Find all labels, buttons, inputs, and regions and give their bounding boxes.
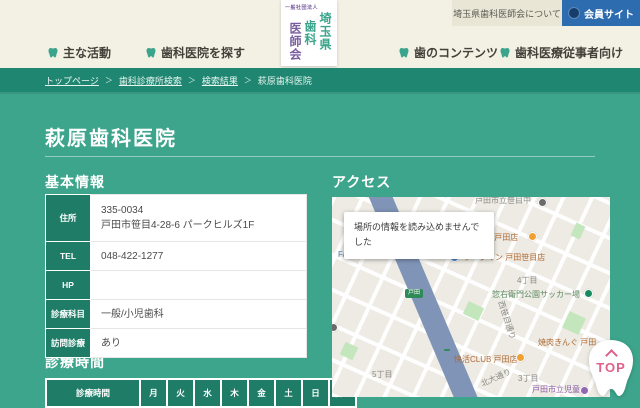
row-label: HP xyxy=(45,270,91,300)
postal-code: 335-0034 xyxy=(101,205,144,216)
map-park-area xyxy=(462,301,485,321)
map-label-street-nishisasame: 西笹目通り xyxy=(496,299,518,341)
map-label-chome3: 3丁目 xyxy=(518,374,539,383)
map-label-jido-center: 戸田市立児童 xyxy=(532,385,580,394)
breadcrumb-separator: ＞ xyxy=(104,75,113,85)
hours-header-label: 診療時間 xyxy=(47,380,139,406)
about-link-label: 埼玉県歯科医師会について xyxy=(453,8,561,19)
nav-label: 歯のコンテンツ xyxy=(414,46,499,60)
hours-header-row: 診療時間 月 火 水 木 金 土 日 祝日 xyxy=(47,380,355,406)
title-divider xyxy=(45,156,595,157)
nav-item-professionals[interactable]: 歯科医療従事者向け xyxy=(500,44,623,61)
address-text: 戸田市笹目4-28-6 パークヒルズ1F xyxy=(101,220,255,231)
map-poi-icon xyxy=(538,198,547,207)
map-poi-icon xyxy=(332,323,338,332)
nav-label: 主な活動 xyxy=(63,46,112,60)
map-park-area xyxy=(570,222,586,240)
day-thu: 木 xyxy=(222,380,247,406)
day-sun: 日 xyxy=(303,380,328,406)
map-route-badge: 戸田 xyxy=(405,289,424,299)
map-park-area xyxy=(562,311,586,335)
tooth-icon xyxy=(399,48,409,58)
hp-value xyxy=(90,270,307,300)
table-row-visiting-care: 訪問診療 あり xyxy=(45,328,307,358)
map-poi-shopping-icon xyxy=(528,232,537,241)
day-wed: 水 xyxy=(195,380,220,406)
table-row-address: 住所 335-0034 戸田市笹目4-28-6 パークヒルズ1F xyxy=(45,194,307,242)
member-site-icon xyxy=(568,7,580,19)
site-logo[interactable]: 一般社団法人 埼玉県 歯科 医師会 xyxy=(281,0,337,66)
nav-item-tooth-contents[interactable]: 歯のコンテンツ xyxy=(399,44,498,61)
breadcrumb-link-results[interactable]: 検索結果 xyxy=(202,74,238,87)
breadcrumb-link-home[interactable]: トップページ xyxy=(45,74,99,87)
map-label-chome5: 5丁目 xyxy=(372,370,393,379)
breadcrumb-link-search[interactable]: 歯科診療所検索 xyxy=(119,74,182,87)
nav-label: 歯科医院を探す xyxy=(161,46,246,60)
breadcrumb: トップページ ＞ 歯科診療所検索 ＞ 検索結果 ＞ 萩原歯科医院 xyxy=(0,68,640,94)
map-label-chome4: 4丁目 xyxy=(517,276,538,285)
row-label: 診療科目 xyxy=(45,299,91,329)
visiting-care-value: あり xyxy=(90,328,307,358)
tooth-icon xyxy=(146,48,156,58)
office-hours-table: 診療時間 月 火 水 木 金 土 日 祝日 xyxy=(45,378,357,408)
back-to-top-button[interactable]: TOP xyxy=(584,338,638,398)
row-label: TEL xyxy=(45,241,91,271)
map-error-popup: 場所の情報を読み込めませんでした xyxy=(344,212,494,259)
site-header: 埼玉県歯科医師会について 会員サイト 主な活動 歯科医院を探す 歯のコンテンツ … xyxy=(0,0,640,68)
member-site-button[interactable]: 会員サイト xyxy=(562,0,640,26)
map-label-school: 戸田市立笹目中 xyxy=(475,197,531,205)
table-row-tel: TEL 048-422-1277 xyxy=(45,241,307,271)
map-label-soccer-field: 惣右衛門公園サッカー場 xyxy=(492,290,580,299)
nav-label: 歯科医療従事者向け xyxy=(515,46,624,60)
map-poi-shopping-icon xyxy=(516,353,525,362)
member-site-label: 会員サイト xyxy=(584,9,634,21)
day-tue: 火 xyxy=(168,380,193,406)
map-label-street-kitaodori: 北大通り xyxy=(479,367,513,389)
page-title: 萩原歯科医院 xyxy=(45,128,177,150)
day-sat: 土 xyxy=(276,380,301,406)
table-row-hp: HP xyxy=(45,270,307,300)
logo-text: 埼玉県 歯科 医師会 xyxy=(288,12,332,61)
breadcrumb-separator: ＞ xyxy=(243,75,252,85)
breadcrumb-current: 萩原歯科医院 xyxy=(257,75,312,86)
tel-value: 048-422-1277 xyxy=(90,241,307,271)
day-fri: 金 xyxy=(249,380,274,406)
nav-item-activities[interactable]: 主な活動 xyxy=(48,44,111,61)
map-route-badge-small xyxy=(444,349,450,351)
access-map[interactable]: 戸田市立笹目中 楽 戸田店 ワークマン 戸田笹目店 4丁目 惣右衛門公園サッカー… xyxy=(332,197,610,397)
table-row-departments: 診療科目 一般/小児歯科 xyxy=(45,299,307,329)
basic-info-heading: 基本情報 xyxy=(45,174,105,190)
row-label: 訪問診療 xyxy=(45,328,91,358)
map-label-kaikatsu: 快活CLUB 戸田店 xyxy=(454,355,518,364)
top-button-label: TOP xyxy=(596,360,626,375)
departments-value: 一般/小児歯科 xyxy=(90,299,307,329)
row-label: 住所 xyxy=(45,194,91,242)
day-mon: 月 xyxy=(141,380,166,406)
about-link[interactable]: 埼玉県歯科医師会について xyxy=(452,0,562,26)
tooth-icon xyxy=(500,48,510,58)
basic-info-table: 住所 335-0034 戸田市笹目4-28-6 パークヒルズ1F TEL 048… xyxy=(45,194,307,358)
map-park-area xyxy=(339,341,359,361)
map-poi-park-icon xyxy=(584,289,593,298)
nav-item-find-clinic[interactable]: 歯科医院を探す xyxy=(146,44,245,61)
tooth-icon xyxy=(48,48,58,58)
map-error-text: 場所の情報を読み込めませんでした xyxy=(354,222,480,248)
access-heading: アクセス xyxy=(332,174,392,190)
breadcrumb-separator: ＞ xyxy=(187,75,196,85)
